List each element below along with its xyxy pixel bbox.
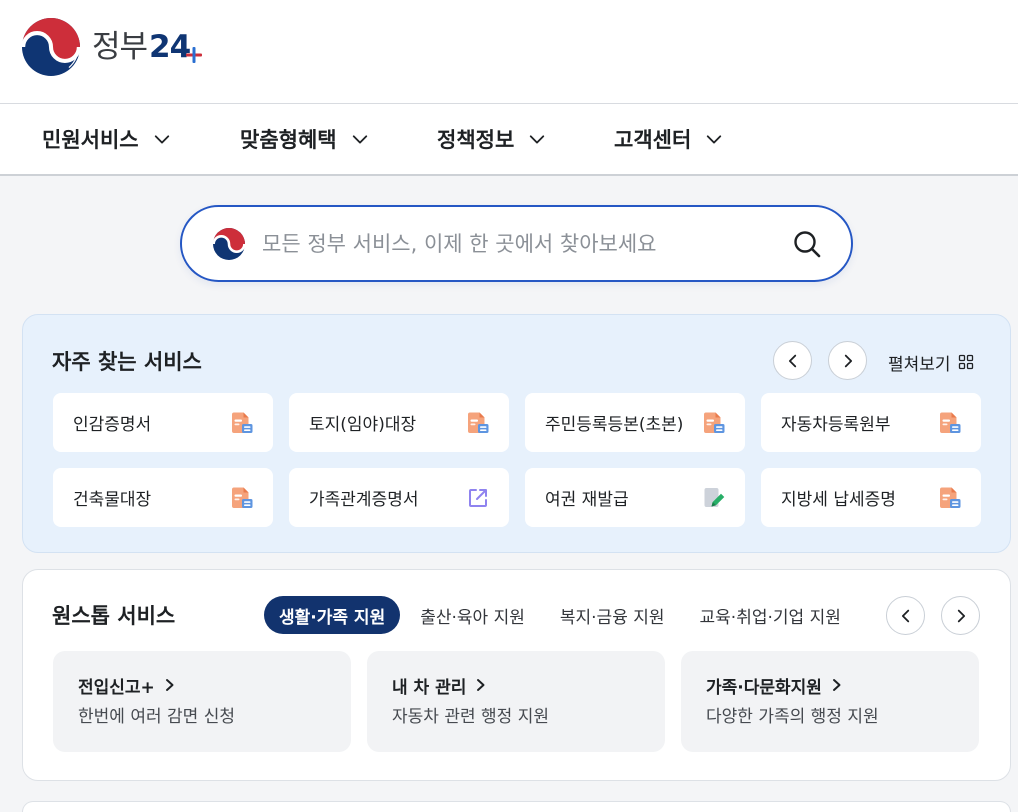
frequent-service-label: 인감증명서	[73, 415, 152, 435]
expand-label: 펼쳐보기	[888, 354, 951, 375]
tab-life-family[interactable]: 생활·가족 지원	[264, 596, 401, 634]
frequent-service-item[interactable]: 토지(임야)대장	[289, 393, 509, 452]
chevron-down-icon	[352, 135, 367, 144]
chevron-right-icon	[477, 679, 485, 691]
chevron-right-icon	[165, 679, 174, 691]
chevron-right-icon	[844, 354, 852, 367]
onestop-card-title-row: 전입신고+	[78, 672, 177, 698]
nav-item-policy-info[interactable]: 정책정보	[437, 104, 546, 174]
chevron-down-icon	[707, 135, 722, 144]
site-header: 정부 24	[0, 0, 1018, 104]
onestop-card-title: 가족·다문화지원	[706, 677, 822, 698]
logo-plus-mark	[186, 47, 203, 63]
onestop-card-title: 전입신고+	[78, 677, 155, 698]
frequent-service-item[interactable]: 주민등록등본(초본)	[525, 393, 745, 452]
frequent-service-item[interactable]: 여권 재발급	[525, 468, 745, 527]
search-bar	[180, 205, 853, 282]
nav-item-civil-services[interactable]: 민원서비스	[42, 104, 171, 174]
onestop-services-title: 원스톱 서비스	[52, 604, 176, 628]
onestop-card-description: 한번에 여러 감면 신청	[78, 707, 235, 727]
tab-birth-childcare[interactable]: 출산·육아 지원	[405, 596, 540, 634]
nav-item-label: 정책정보	[437, 128, 515, 152]
expand-all-button[interactable]: 펼쳐보기	[888, 348, 974, 376]
frequent-next-button[interactable]	[828, 341, 867, 380]
frequent-service-item[interactable]: 인감증명서	[53, 393, 273, 452]
onestop-card-title-row: 내 차 관리	[392, 672, 488, 698]
search-icon	[794, 231, 821, 258]
onestop-card-family-multicultural[interactable]: 가족·다문화지원 다양한 가족의 행정 지원	[681, 651, 979, 752]
onestop-card-move-in[interactable]: 전입신고+ 한번에 여러 감면 신청	[53, 651, 351, 752]
frequent-service-label: 가족관계증명서	[309, 490, 419, 510]
nav-item-label: 고객센터	[614, 128, 692, 152]
chevron-left-icon	[788, 354, 796, 367]
pdf-icon	[938, 411, 962, 435]
frequent-service-item[interactable]: 지방세 납세증명	[761, 468, 981, 527]
logo-wordmark: 정부 24	[92, 27, 203, 67]
nav-item-custom-benefits[interactable]: 맞춤형혜택	[240, 104, 369, 174]
frequent-service-label: 여권 재발급	[545, 490, 629, 510]
next-section-panel	[22, 801, 1011, 812]
frequent-service-item[interactable]: 건축물대장	[53, 468, 273, 527]
grid-icon	[958, 354, 973, 370]
chevron-left-icon	[901, 609, 909, 622]
frequent-service-item[interactable]: 자동차등록원부	[761, 393, 981, 452]
nav-item-label: 민원서비스	[42, 128, 139, 152]
onestop-prev-button[interactable]	[886, 596, 925, 635]
frequent-service-label: 지방세 납세증명	[781, 490, 896, 510]
onestop-next-button[interactable]	[941, 596, 980, 635]
pdf-icon	[938, 486, 962, 510]
pdf-icon	[230, 411, 254, 435]
pdf-icon	[702, 411, 726, 435]
logo-text: 정부	[92, 29, 148, 65]
chevron-down-icon	[154, 135, 169, 144]
logo-number: 24	[149, 29, 191, 65]
taegeuk-emblem-icon	[22, 18, 80, 76]
chevron-right-icon	[957, 609, 965, 622]
onestop-tabs: 생활·가족 지원 출산·육아 지원 복지·금융 지원 교육·취업·기업 지원	[264, 596, 856, 634]
frequent-services-panel: 자주 찾는 서비스 펼쳐보기 인감증명서 토지(임야)대장 주민등록등본(초본)…	[22, 314, 1011, 553]
tab-education-employment-business[interactable]: 교육·취업·기업 지원	[685, 596, 856, 634]
frequent-services-title: 자주 찾는 서비스	[52, 350, 202, 374]
onestop-card-my-car[interactable]: 내 차 관리 자동차 관련 행정 지원	[367, 651, 665, 752]
frequent-service-label: 자동차등록원부	[781, 415, 891, 435]
frequent-service-item[interactable]: 가족관계증명서	[289, 468, 509, 527]
edit-icon	[702, 486, 726, 510]
onestop-card-description: 자동차 관련 행정 지원	[392, 707, 549, 727]
onestop-card-title-row: 가족·다문화지원	[706, 672, 844, 698]
chevron-right-icon	[832, 679, 841, 691]
main-nav: 민원서비스 맞춤형혜택 정책정보 고객센터	[0, 104, 1018, 176]
chevron-down-icon	[530, 135, 545, 144]
search-input[interactable]	[262, 207, 782, 280]
frequent-service-label: 주민등록등본(초본)	[545, 415, 684, 435]
taegeuk-emblem-icon	[213, 228, 245, 260]
onestop-services-panel: 원스톱 서비스 생활·가족 지원 출산·육아 지원 복지·금융 지원 교육·취업…	[22, 569, 1011, 781]
home-logo-link[interactable]: 정부 24	[22, 18, 203, 76]
frequent-service-label: 건축물대장	[73, 490, 152, 510]
external-link-icon	[466, 486, 490, 510]
nav-item-customer-center[interactable]: 고객센터	[614, 104, 723, 174]
frequent-service-label: 토지(임야)대장	[309, 415, 417, 435]
pdf-icon	[466, 411, 490, 435]
frequent-services-grid: 인감증명서 토지(임야)대장 주민등록등본(초본) 자동차등록원부 건축물대장 …	[53, 393, 981, 527]
onestop-card-title: 내 차 관리	[392, 677, 467, 698]
onestop-card-description: 다양한 가족의 행정 지원	[706, 707, 879, 727]
nav-item-label: 맞춤형혜택	[240, 128, 337, 152]
tab-welfare-finance[interactable]: 복지·금융 지원	[545, 596, 680, 634]
search-button[interactable]	[792, 228, 824, 260]
pdf-icon	[230, 486, 254, 510]
frequent-prev-button[interactable]	[773, 341, 812, 380]
